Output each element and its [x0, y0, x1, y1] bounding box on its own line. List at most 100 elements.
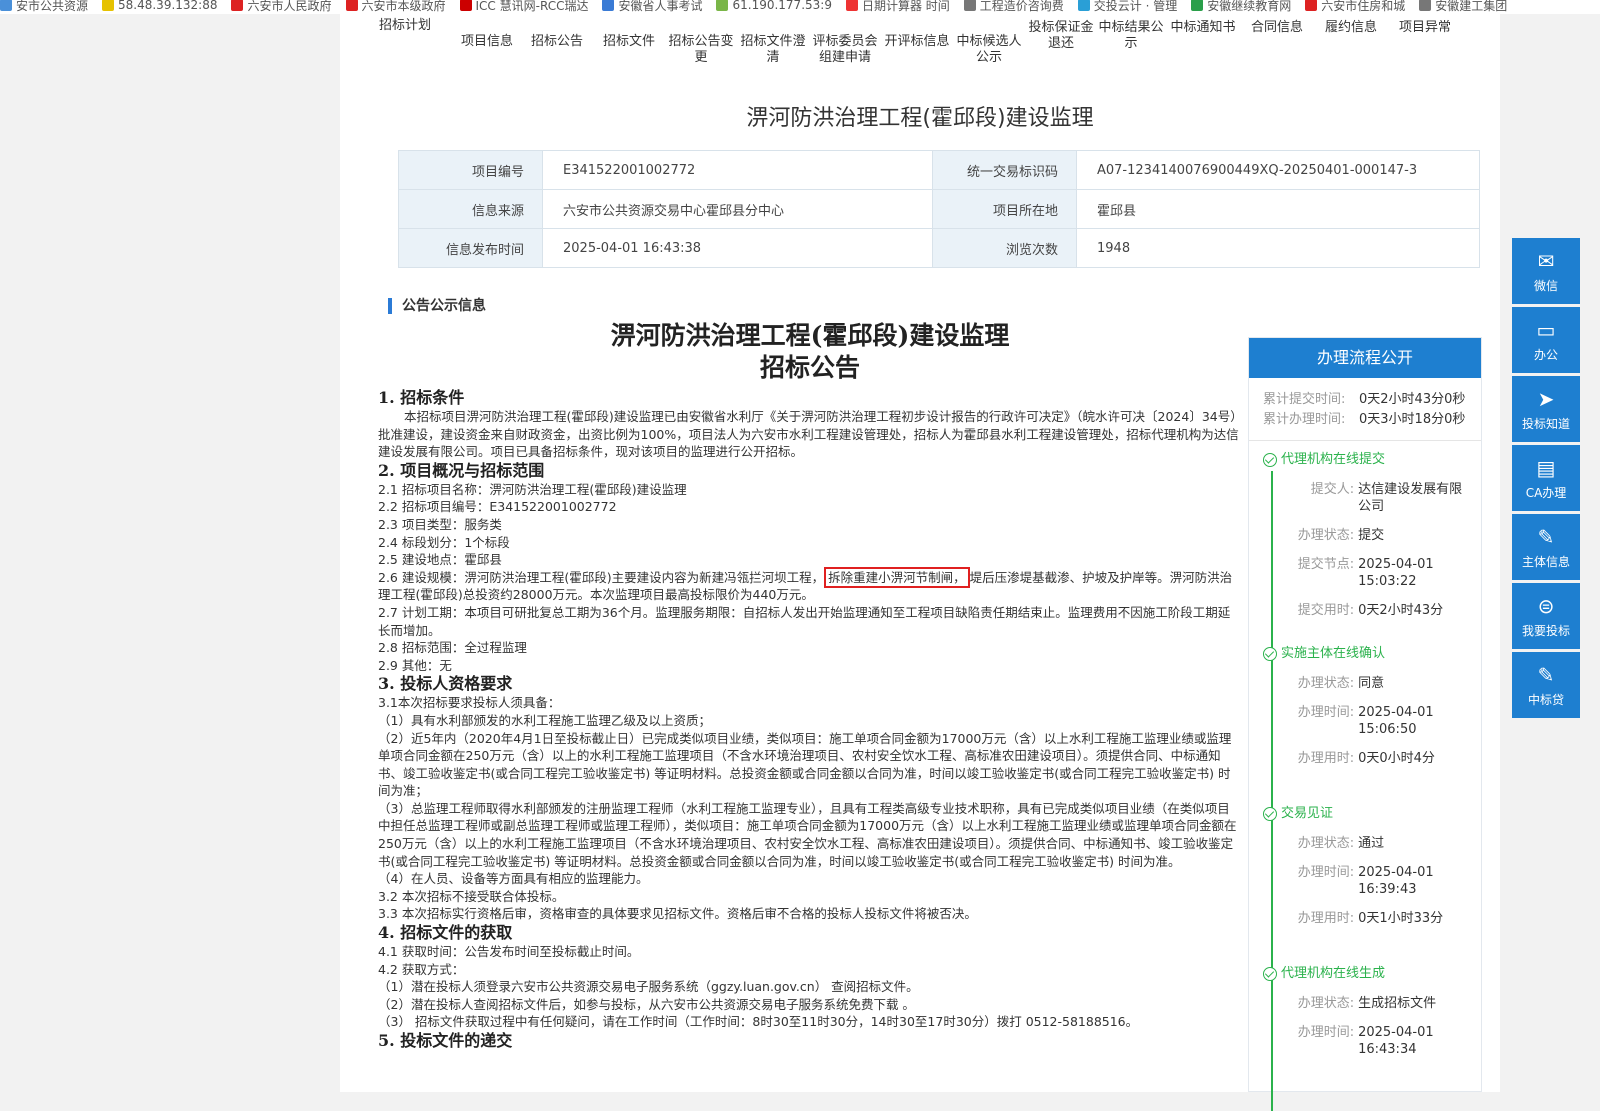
float-button-label: 微信: [1533, 278, 1558, 293]
tab-8[interactable]: 投标保证金退还: [1024, 20, 1098, 52]
bookmark-item[interactable]: ICC 慧讯网-RCC瑞达: [459, 0, 589, 14]
edit-doc-icon: ✎: [1537, 662, 1555, 687]
float-button-label: CA办理: [1525, 485, 1567, 500]
info-value: 2025-04-01 16:43:38: [542, 228, 933, 268]
item-2-9: 2.9 其他：无: [378, 657, 452, 673]
page-title: 淠河防洪治理工程(霍邱段)建设监理: [746, 106, 1094, 131]
info-row: 项目编号 E341522001002772 统一交易标识码 A07-123414007…: [398, 150, 1480, 190]
item-3-1-a: （1）具有水利部颁发的水利工程施工监理乙级及以上资质；: [378, 712, 711, 728]
tab-10[interactable]: 中标通知书: [1166, 20, 1240, 36]
float-button[interactable]: ✎ 中标贷: [1512, 652, 1580, 718]
float-button-label: 办公: [1533, 347, 1558, 362]
float-button[interactable]: ▤ CA办理: [1512, 445, 1580, 511]
step-title-text: 代理机构在线提交: [1281, 452, 1386, 467]
step-title: 交易见证: [1263, 805, 1469, 823]
item-3-1-c: （3）总监理工程师取得水利部颁发的注册监理工程师（水利工程施工监理专业），且具有…: [378, 800, 1237, 869]
heading-2: 2. 项目概况与招标范围: [378, 460, 545, 480]
info-label: 项目所在地: [932, 189, 1077, 229]
float-button[interactable]: ⊜ 我要投标: [1512, 583, 1580, 649]
info-value: 霍邱县: [1076, 189, 1480, 229]
info-label: 信息发布时间: [398, 228, 543, 268]
doc-title: 淠河防洪治理工程(霍邱段)建设监理: [610, 321, 1010, 350]
info-label: 项目编号: [398, 150, 543, 190]
bookmark-favicon-icon: [102, 0, 115, 11]
item-4-2-b: （2）潜在投标人查阅招标文件后，如参与投标，从六安市公共资源交易电子服务系统免费…: [378, 996, 915, 1012]
bookmark-item[interactable]: 58.48.39.132:88: [102, 0, 217, 14]
bookmark-item[interactable]: 六安市本级政府: [345, 0, 446, 14]
edit-doc-icon: ✎: [1537, 524, 1555, 549]
tab-4[interactable]: 招标文件澄清: [736, 34, 810, 66]
info-value: 1948: [1076, 228, 1480, 268]
handle-time-label: 累计办理时间:: [1263, 412, 1346, 427]
tab-13[interactable]: 项目异常: [1388, 20, 1462, 36]
float-button[interactable]: ▭ 办公: [1512, 307, 1580, 373]
step-field-label: 办理状态:: [1297, 836, 1355, 851]
tab-12[interactable]: 履约信息: [1314, 20, 1388, 36]
tab-1[interactable]: 招标公告: [520, 34, 594, 50]
step-field: 办理时间: 2025-04-01 16:43:34: [1263, 1024, 1469, 1058]
bookmark-item[interactable]: 交投云计 · 管理: [1077, 0, 1177, 14]
heading-1: 1. 招标条件: [378, 388, 465, 407]
bookmark-label: 安徽省人事考试: [618, 0, 703, 13]
step-field-value: 0天1小时33分: [1358, 911, 1444, 926]
step-field-value: 2025-04-01 15:06:50: [1358, 705, 1434, 737]
item-2-6-text-a: 2.6 建设规模：淠河防洪治理工程(霍邱段)主要建设内容为新建冯瓴拦河坝工程，: [378, 569, 825, 585]
item-4-1: 4.1 获取时间：公告发布时间至投标截止时间。: [378, 944, 640, 960]
step-field-label: 办理状态:: [1297, 528, 1355, 543]
bookmark-item[interactable]: 六安市住房和城: [1305, 0, 1405, 14]
item-2-4: 2.4 标段划分：1个标段: [378, 534, 510, 550]
tab-top-0[interactable]: 招标计划: [368, 18, 442, 34]
tab-0[interactable]: 项目信息: [450, 34, 524, 50]
bookmark-item[interactable]: 安徽继续教育网: [1191, 0, 1291, 14]
bookmark-label: 安徽建工集团: [1435, 0, 1508, 13]
item-2-3: 2.3 项目类型：服务类: [378, 516, 502, 532]
step-field-label: 提交节点:: [1297, 557, 1355, 572]
step-field-value: 0天0小时4分: [1358, 751, 1435, 766]
bookmark-item[interactable]: 六安市人民政府: [231, 0, 332, 14]
check-circle-icon: [1263, 647, 1277, 661]
monitor-icon: ▭: [1536, 317, 1556, 342]
paper-plane-icon: ➤: [1537, 386, 1555, 411]
tab-11[interactable]: 合同信息: [1240, 20, 1314, 36]
bookmark-item[interactable]: 工程造价咨询费: [963, 0, 1064, 14]
step-field-value: 2025-04-01 15:03:22: [1358, 557, 1434, 589]
bookmark-favicon-icon: [963, 0, 976, 11]
tab-2[interactable]: 招标文件: [592, 34, 666, 50]
bookmark-item[interactable]: 安徽建工集团: [1419, 0, 1507, 14]
float-button[interactable]: ➤ 投标知道: [1512, 376, 1580, 442]
bookmark-label: ICC 慧讯网-RCC瑞达: [475, 0, 589, 13]
tab-7[interactable]: 中标候选人公示: [952, 34, 1026, 66]
float-button[interactable]: ✎ 主体信息: [1512, 514, 1580, 580]
float-button[interactable]: ✉ 微信: [1512, 238, 1580, 304]
bookmark-item[interactable]: 日期计算器 时间: [845, 0, 950, 14]
bookmark-favicon-icon: [0, 0, 12, 11]
bookmark-label: 六安市住房和城: [1321, 0, 1406, 13]
tab-9[interactable]: 中标结果公示: [1094, 20, 1168, 52]
announcement-document: 淠河防洪治理工程(霍邱段)建设监理 招标公告 1. 招标条件 本招标项目淠河防洪…: [378, 320, 1242, 1051]
bookmark-favicon-icon: [459, 0, 472, 11]
step-title: 代理机构在线提交: [1263, 451, 1469, 469]
process-steps: 代理机构在线提交 提交人: 达信建设发展有限公司 办理状态: 提交 提交节点: 2025-0…: [1249, 441, 1481, 1111]
para-1: 本招标项目淠河防洪治理工程(霍邱段)建设监理已由安徽省水利厅《关于淠河防洪治理工…: [378, 409, 1239, 460]
step-field: 办理状态: 同意: [1263, 675, 1469, 692]
item-2-2: 2.2 招标项目编号：E341522001002772: [378, 499, 617, 515]
step-title: 实施主体在线确认: [1263, 645, 1469, 663]
bookmark-item[interactable]: 安徽省人事考试: [602, 0, 702, 14]
bookmark-item[interactable]: 61.190.177.53:9: [716, 0, 832, 14]
info-label: 统一交易标识码: [932, 150, 1077, 190]
step-field: 办理时间: 2025-04-01 16:39:43: [1263, 864, 1469, 898]
process-step: 代理机构在线提交 提交人: 达信建设发展有限公司 办理状态: 提交 提交节点: 2025-0…: [1263, 451, 1469, 619]
info-label: 信息来源: [398, 189, 543, 229]
tab-5[interactable]: 评标委员会组建申请: [808, 34, 882, 66]
tab-3[interactable]: 招标公告变更: [664, 34, 738, 66]
tab-6[interactable]: 开评标信息: [880, 34, 954, 50]
step-field-label: 办理状态:: [1297, 996, 1355, 1011]
step-title-text: 交易见证: [1281, 806, 1334, 821]
item-3-3: 3.3 本次招标实行资格后审，资格审查的具体要求见招标文件。资格后审不合格的投标…: [378, 906, 977, 922]
bookmark-item[interactable]: 安市公共资源: [0, 0, 88, 14]
step-field-value: 通过: [1358, 836, 1385, 851]
bookmark-label: 六安市人民政府: [247, 0, 332, 13]
item-2-6: 2.6 建设规模：淠河防洪治理工程(霍邱段)主要建设内容为新建冯瓴拦河坝工程，拆…: [378, 566, 1242, 604]
bookmark-favicon-icon: [602, 0, 615, 11]
item-3-2: 3.2 本次招标不接受联合体投标。: [378, 888, 565, 904]
